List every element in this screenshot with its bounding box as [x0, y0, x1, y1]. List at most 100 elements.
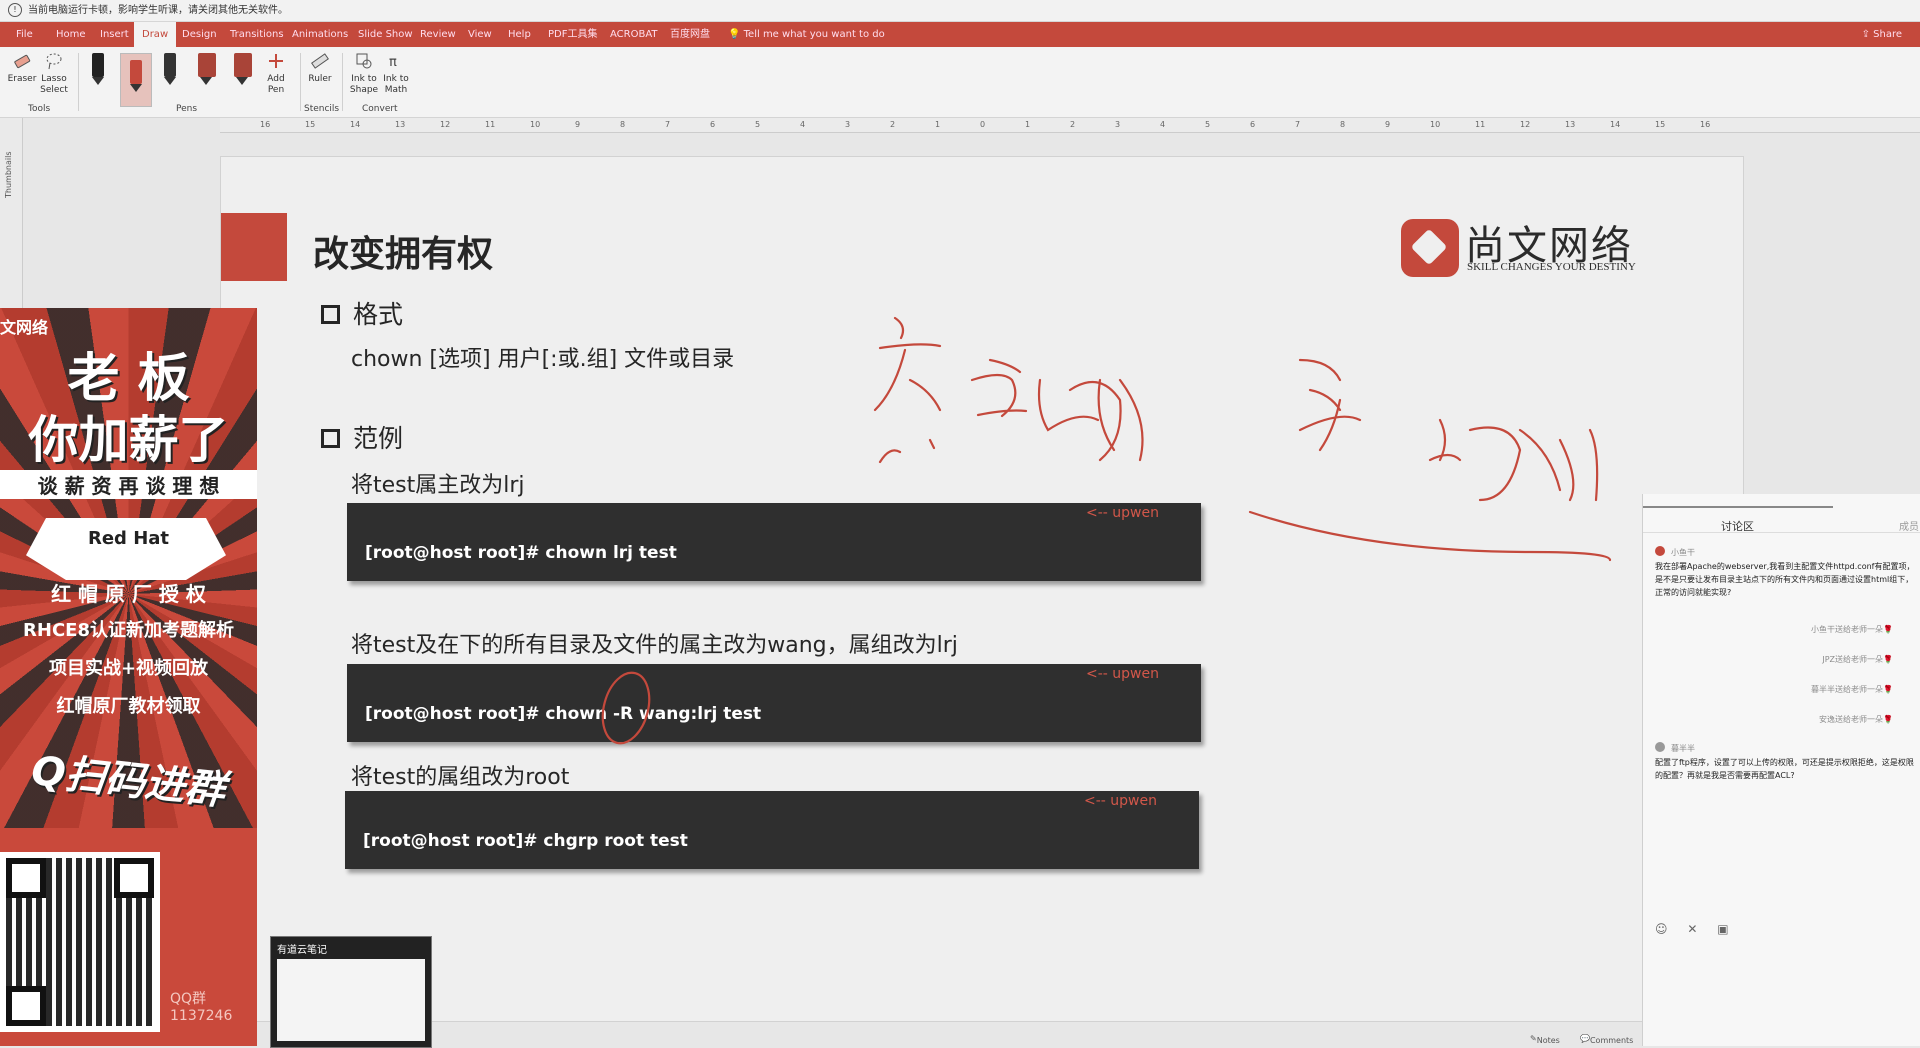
- separator: [342, 53, 343, 111]
- ink-to-shape-button[interactable]: Ink to Shape: [346, 51, 382, 96]
- ruler-tick: 15: [1655, 120, 1666, 129]
- plus-icon: [269, 54, 283, 68]
- ribbon-tabs: File Home Insert Draw Design Transitions…: [0, 22, 1920, 47]
- pen-black-1[interactable]: [90, 53, 106, 87]
- tab-home[interactable]: Home: [48, 22, 94, 47]
- ruler-tick: 10: [530, 120, 541, 129]
- tab-draw[interactable]: Draw: [134, 22, 177, 47]
- section-format: 格式: [353, 300, 404, 329]
- ruler-tick: 11: [1475, 120, 1486, 129]
- tab-baidu[interactable]: 百度网盘: [662, 22, 718, 47]
- tab-acrobat[interactable]: ACROBAT: [602, 22, 666, 47]
- bullet-icon: [321, 305, 340, 324]
- example2-desc: 将test及在下的所有目录及文件的属主改为wang，属组改为lrj: [351, 633, 958, 658]
- tab-help[interactable]: Help: [500, 22, 539, 47]
- ruler-tick: 9: [575, 120, 581, 129]
- promo-line7: 红帽原厂教材领取: [56, 696, 201, 717]
- code-block-3: <-- upwen [root@host root]# chgrp root t…: [345, 791, 1199, 869]
- tab-review[interactable]: Review: [412, 22, 464, 47]
- ruler-tick: 9: [1385, 120, 1391, 129]
- tab-design[interactable]: Design: [174, 22, 225, 47]
- ruler-tick: 6: [710, 120, 716, 129]
- notes-label: Notes: [1536, 1036, 1560, 1045]
- ink-to-math-label: Ink to Math: [383, 74, 409, 95]
- ruler-tick: 14: [1610, 120, 1621, 129]
- ruler-tick: 13: [1565, 120, 1576, 129]
- code-block-1: <-- upwen [root@host root]# chown lrj te…: [347, 503, 1201, 581]
- ruler-tick: 4: [800, 120, 806, 129]
- promo-banner[interactable]: 文网络 老 板 你加薪了 谈 薪 资 再 谈 理 想 Red Hat 红 帽 原…: [0, 308, 257, 1046]
- share-button[interactable]: ⇪ Share: [1862, 22, 1902, 47]
- eraser-button[interactable]: Eraser: [4, 51, 40, 85]
- promo-line2: 你加薪了: [28, 411, 229, 469]
- lasso-label: Lasso Select: [40, 74, 68, 95]
- ruler-tick: 1: [935, 120, 941, 129]
- tab-transitions[interactable]: Transitions: [222, 22, 292, 47]
- section-examples: 范例: [353, 424, 404, 453]
- code-block-2: <-- upwen [root@host root]# chown -R wan…: [347, 664, 1201, 742]
- redhat-label: Red Hat: [87, 528, 170, 549]
- ruler-tick: 5: [1205, 120, 1211, 129]
- gift-notice: 小鱼干送给老师一朵🌹: [1811, 625, 1893, 634]
- ruler-tick: 5: [755, 120, 761, 129]
- slide-canvas[interactable]: 改变拥有权 尚文网络 SKILL CHANGES YOUR DESTINY 格式…: [220, 156, 1744, 1022]
- tell-me-text: Tell me what you want to do: [743, 29, 885, 40]
- qr-code[interactable]: [0, 852, 160, 1032]
- notes-button[interactable]: ✎ Notes: [1530, 1034, 1560, 1045]
- discussion-title[interactable]: 讨论区: [1721, 518, 1754, 534]
- youdao-note-window[interactable]: 有道云笔记: [270, 936, 432, 1048]
- warning-bar: ! 当前电脑运行卡顿，影响学生听课，请关闭其他无关软件。: [0, 0, 1920, 22]
- syntax-text: chown [选项] 用户[:或.组] 文件或目录: [351, 347, 735, 372]
- pen-red-3[interactable]: [234, 53, 252, 87]
- logo-mark-icon: [1401, 219, 1459, 277]
- ruler-tick: 12: [440, 120, 451, 129]
- promo-line6: 项目实战+视频回放: [48, 658, 209, 679]
- code-command: [root@host root]# chown -R wang:lrj test: [365, 704, 762, 724]
- code-command: [root@host root]# chown lrj test: [365, 543, 677, 563]
- qq-number: 1137246: [170, 1008, 233, 1024]
- ruler-tick: 0: [980, 120, 986, 129]
- separator: [78, 53, 79, 111]
- thumbnails-pane[interactable]: Thumbnails: [0, 118, 23, 308]
- eraser-icon: [14, 54, 31, 69]
- members-tab[interactable]: 成员: [1899, 518, 1919, 533]
- lasso-select-button[interactable]: Lasso Select: [36, 51, 72, 96]
- pen-red-2[interactable]: [198, 53, 216, 87]
- ruler-button[interactable]: Ruler: [302, 51, 338, 85]
- tab-insert[interactable]: Insert: [92, 22, 137, 47]
- ruler-tick: 16: [260, 120, 271, 129]
- qq-label: QQ群: [170, 991, 207, 1007]
- ruler-tick: 2: [890, 120, 896, 129]
- chat-actions[interactable]: ☺ ✕ ▣: [1655, 922, 1737, 936]
- tell-me-search[interactable]: 💡 Tell me what you want to do: [728, 22, 885, 47]
- add-pen-button[interactable]: Add Pen: [258, 51, 294, 96]
- group-stencils-label: Stencils: [304, 104, 340, 114]
- youdao-preview: [277, 959, 425, 1041]
- tab-slide-show[interactable]: Slide Show: [350, 22, 421, 47]
- pen-red-selected[interactable]: [120, 53, 152, 107]
- gift-notice: JPZ送给老师一朵🌹: [1822, 655, 1893, 664]
- tab-view[interactable]: View: [460, 22, 500, 47]
- tab-file[interactable]: File: [8, 22, 41, 47]
- ink-to-math-button[interactable]: π Ink to Math: [378, 51, 414, 96]
- ruler-icon: [311, 53, 329, 69]
- shape-icon: [356, 53, 372, 69]
- chat-message: 我在部署Apache的webserver,我看到主配置文件httpd.conf有…: [1655, 562, 1915, 597]
- tab-animations[interactable]: Animations: [284, 22, 356, 47]
- tab-pdf[interactable]: PDF工具集: [540, 22, 605, 47]
- ruler-tick: 7: [1295, 120, 1301, 129]
- horizontal-ruler: 16 15 14 13 12 11 10 9 8 7 6 5 4 3 2 1 0 1 2 3 4 5 6 7 8 9 10 11 12 1…: [220, 118, 1920, 133]
- comments-label: Comments: [1589, 1036, 1634, 1045]
- ruler-tick: 4: [1160, 120, 1166, 129]
- ink-to-shape-label: Ink to Shape: [349, 74, 379, 95]
- group-convert-label: Convert: [362, 104, 398, 114]
- draw-toolbar: Eraser Lasso Select Add Pen Ruler Ink to…: [0, 47, 1920, 118]
- example1-desc: 将test属主改为lrj: [351, 473, 525, 498]
- comments-button[interactable]: 💬 Comments: [1580, 1034, 1633, 1045]
- ruler-tick: 14: [350, 120, 361, 129]
- promo-line4: 红 帽 原 厂 授 权: [51, 582, 206, 606]
- code-tag: <-- upwen: [1086, 666, 1159, 682]
- gift-notice: 暮半半送给老师一朵🌹: [1811, 685, 1893, 694]
- svg-text:π: π: [389, 55, 397, 70]
- pen-black-2[interactable]: [162, 53, 178, 87]
